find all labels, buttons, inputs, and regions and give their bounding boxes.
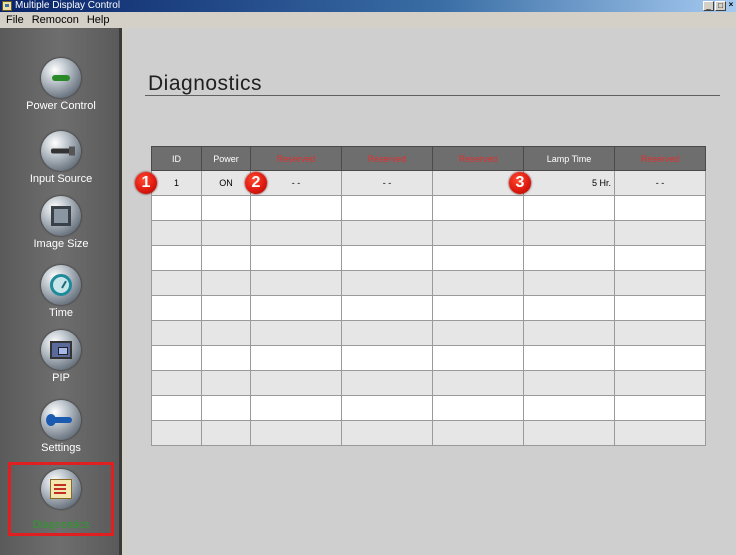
cell-reserved: - -	[614, 170, 706, 196]
sidebar-item-pip[interactable]: PIP	[0, 330, 122, 384]
header-reserved[interactable]: Reserved	[341, 146, 433, 171]
sidebar-item-power-control[interactable]: Power Control	[0, 58, 122, 112]
menu-help[interactable]: Help	[83, 12, 114, 28]
table-row[interactable]	[151, 245, 706, 271]
window-controls: _ □ ×	[703, 0, 736, 12]
callout-marker: 2	[245, 172, 267, 194]
table-header-row: ID Power Reserved Reserved Reserved Lamp…	[151, 146, 706, 171]
sidebar-item-label: Input Source	[29, 173, 93, 185]
picture-in-picture-icon	[41, 330, 81, 370]
title-bar[interactable]: Multiple Display Control _ □ ×	[0, 0, 736, 12]
table-row[interactable]	[151, 345, 706, 371]
table-row[interactable]	[151, 195, 706, 221]
title-divider	[145, 95, 720, 96]
sidebar-item-label: Time	[48, 307, 74, 319]
table-row[interactable]	[151, 220, 706, 246]
table-row[interactable]	[151, 320, 706, 346]
menu-file[interactable]: File	[2, 12, 28, 28]
cell-lamp-time: 5 Hr.	[523, 170, 615, 196]
sidebar-item-label: Power Control	[26, 100, 96, 112]
sidebar-item-label: PIP	[52, 372, 70, 384]
screen-frame-icon	[41, 196, 81, 236]
menu-remocon[interactable]: Remocon	[28, 12, 83, 28]
table-row[interactable]	[151, 270, 706, 296]
header-lamp-time[interactable]: Lamp Time	[523, 146, 615, 171]
page-title: Diagnostics	[148, 72, 263, 95]
close-button[interactable]: ×	[727, 1, 735, 11]
callout-marker: 1	[135, 172, 157, 194]
window-title: Multiple Display Control	[15, 0, 121, 11]
cell-reserved: - -	[341, 170, 433, 196]
main-content: Diagnostics ID Power Reserved Reserved R…	[125, 28, 736, 555]
sidebar-item-image-size[interactable]: Image Size	[0, 196, 122, 250]
sidebar-item-input-source[interactable]: Input Source	[0, 131, 122, 185]
header-reserved[interactable]: Reserved	[614, 146, 706, 171]
sidebar-item-label: Diagnostics	[32, 519, 90, 531]
header-reserved[interactable]: Reserved	[250, 146, 342, 171]
header-reserved[interactable]: Reserved	[432, 146, 524, 171]
menu-bar: File Remocon Help	[0, 12, 736, 28]
cell-id: 1	[151, 170, 202, 196]
cable-connector-icon	[41, 131, 81, 171]
document-icon	[41, 469, 81, 509]
power-plug-icon	[41, 58, 81, 98]
sidebar-item-diagnostics[interactable]: Diagnostics	[8, 462, 114, 536]
maximize-button[interactable]: □	[715, 1, 726, 11]
diagnostics-table: ID Power Reserved Reserved Reserved Lamp…	[151, 146, 706, 446]
table-row[interactable]	[151, 395, 706, 421]
sidebar: Power Control Input Source Image Size Ti…	[0, 28, 122, 555]
sidebar-item-label: Image Size	[33, 238, 89, 250]
sidebar-item-label: Settings	[41, 442, 81, 454]
wrench-icon	[41, 400, 81, 440]
app-icon[interactable]	[2, 1, 12, 11]
table-row[interactable]	[151, 420, 706, 446]
sidebar-item-settings[interactable]: Settings	[0, 400, 122, 454]
callout-marker: 3	[509, 172, 531, 194]
sidebar-item-time[interactable]: Time	[0, 265, 122, 319]
app-window: Multiple Display Control _ □ × File Remo…	[0, 0, 736, 555]
minimize-button[interactable]: _	[703, 1, 714, 11]
cell-power: ON	[201, 170, 251, 196]
table-row[interactable]	[151, 295, 706, 321]
table-row[interactable]: 1 ON - - - - - - 5 Hr. - -	[151, 170, 706, 196]
table-row[interactable]	[151, 370, 706, 396]
header-power[interactable]: Power	[201, 146, 251, 171]
header-id[interactable]: ID	[151, 146, 202, 171]
clock-icon	[41, 265, 81, 305]
